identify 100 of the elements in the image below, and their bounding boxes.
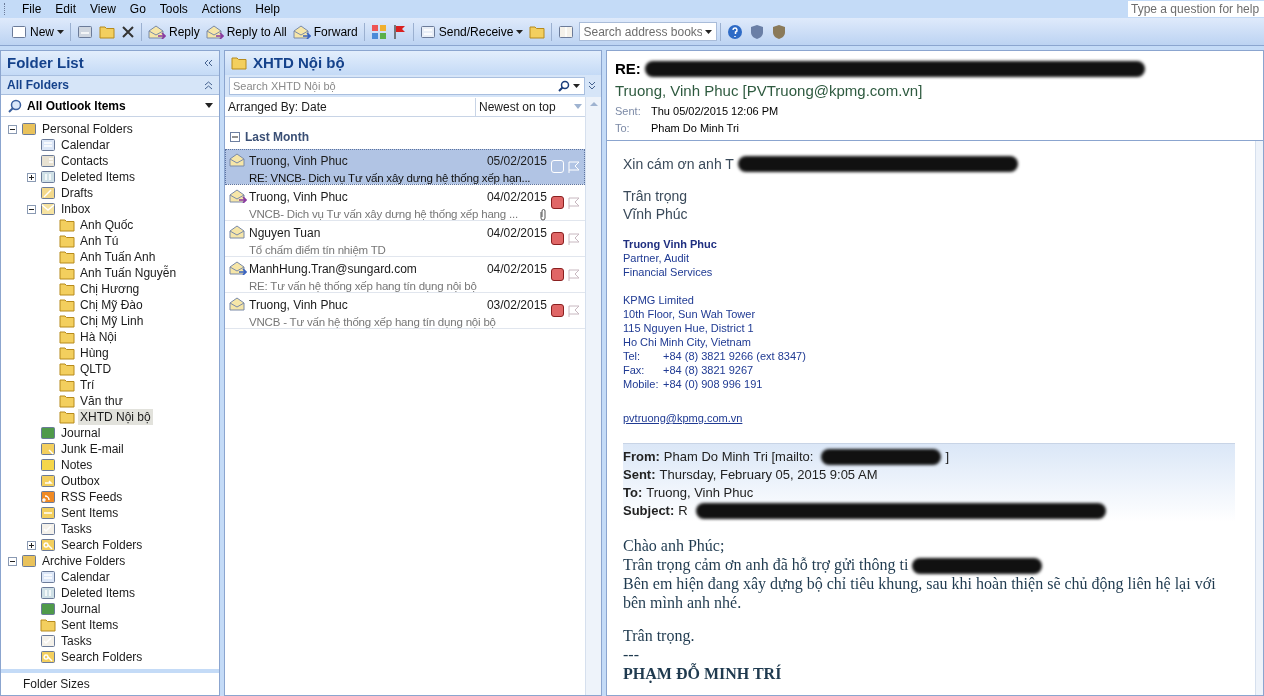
forward-button[interactable]: Forward [289,20,361,43]
new-button[interactable]: New [8,20,67,43]
folder-item[interactable]: Chị Hương [78,281,142,297]
folder-item[interactable]: Junk E-mail [59,441,126,457]
folder-icon [59,346,75,360]
folder-item[interactable]: Trí [78,377,97,393]
sent-date: Thu 05/02/2015 12:06 PM [651,104,779,119]
address-book-icon [558,23,575,40]
folder-item[interactable]: XHTD Nội bộ [78,409,153,425]
date: 04/02/2015 [486,261,547,278]
expand-toggle[interactable] [27,540,36,550]
scrollbar[interactable] [585,97,601,695]
replied-envelope-icon [148,24,166,39]
folder-item[interactable]: Inbox [59,201,93,217]
message-row[interactable]: Truong, Vinh Phuc 03/02/2015 VNCB - Tư vấn hệ thống xếp hang tín dụng nội bộ [225,293,585,329]
folder-item[interactable]: Sent Items [59,617,121,633]
folder-item[interactable]: QLTD [78,361,114,377]
send-receive-button[interactable]: Send/Receive [416,20,527,43]
arranged-by-header[interactable]: Arranged By: Date [225,97,475,116]
folder-item[interactable]: Search Folders [59,649,145,665]
email-link[interactable]: pvtruong@kpmg.com.vn [623,412,743,424]
folder-item[interactable]: Anh Tú [78,233,121,249]
folder-item[interactable]: Contacts [59,153,111,169]
quote-field-label: Subject: [623,502,675,520]
collapse-toggle[interactable] [8,556,17,566]
folder-item[interactable]: Outbox [59,473,102,489]
view-selector[interactable]: All Outlook Items [1,95,219,117]
folder-item[interactable]: Hà Nội [78,329,119,345]
folder-item[interactable]: Notes [59,457,95,473]
folder-sizes-link[interactable]: Folder Sizes [23,675,90,693]
collapse-section-icon[interactable] [204,80,213,90]
menu-item[interactable]: Actions [194,0,249,18]
category-square[interactable] [551,196,564,209]
body-text: Chào anh Phúc; [623,537,725,554]
collapse-toggle[interactable] [8,124,17,134]
quote-field-value: ] [945,448,949,466]
menu-item[interactable]: Go [122,0,153,18]
folder-item[interactable]: Sent Items [59,505,121,521]
folder-icon [40,618,56,632]
body-text: Trân trọng cảm ơn anh đã hỗ trợ gửi thông ti [623,556,909,573]
folder-item[interactable]: Chị Mỹ Đào [78,297,145,313]
expand-query-icon[interactable] [587,81,597,91]
junk-folder-icon [40,441,56,457]
menu-item[interactable]: File [15,0,49,18]
body-text: Bên em hiện đang xây dựng bộ chỉ tiêu khung, sau khi hoàn thiện sẽ chủ động liên hệ lại với bên mình anh nhé. [623,575,1216,612]
body-text: Vĩnh Phúc [623,205,688,223]
folder-item[interactable]: Deleted Items [59,169,138,185]
folder-item[interactable]: Deleted Items [59,585,138,601]
folder-item[interactable]: Journal [59,601,103,617]
message-row[interactable]: Truong, Vinh Phuc 04/02/2015 VNCB- Dich vụ Tư vấn xây dưng hệ thống xếp hang ... [225,185,585,221]
folder-icon [59,330,75,344]
folder-item[interactable]: Calendar [59,137,112,153]
journal-icon [40,425,56,441]
signature-line: 115 Nguyen Hue, District 1 [623,321,755,335]
signature-value: +84 (0) 908 996 191 [663,377,763,391]
folder-item[interactable]: Anh Tuấn Nguyễn [78,265,179,281]
folder-item[interactable]: Drafts [59,185,95,201]
help-search-field[interactable]: Type a question for help [1128,1,1264,17]
signature-line: Financial Services [623,265,714,279]
category-square[interactable] [551,304,564,317]
pane-title: Folder List [7,52,84,73]
reply-button[interactable]: Reply [145,20,203,43]
scrollbar[interactable] [1255,141,1263,695]
folder-item[interactable]: Tasks [59,521,94,537]
menu-item[interactable]: Edit [48,0,84,18]
folder-item[interactable]: Chị Mỹ Linh [78,313,146,329]
folder-item[interactable]: Tasks [59,633,94,649]
pencil-folder-icon [40,185,56,201]
expand-toggle[interactable] [27,172,36,182]
menu-item[interactable]: Tools [152,0,195,18]
minus-icon [231,133,239,141]
reply-all-button[interactable]: Reply to All [202,20,290,43]
folder-item[interactable]: RSS Feeds [59,489,125,505]
group-header: Last Month [245,129,309,146]
folder-item[interactable]: Personal Folders [40,121,135,137]
folder-item[interactable]: Anh Quốc [78,217,136,233]
folder-item[interactable]: Journal [59,425,103,441]
folder-icon [59,266,75,280]
folder-item[interactable]: Văn thư [78,393,125,409]
message-row[interactable]: ManhHung.Tran@sungard.com 04/02/2015 RE: Tư vấn hệ thống xếp hang tín dụng nội bộ [225,257,585,293]
folder-item[interactable]: Archive Folders [40,553,128,569]
folder-item[interactable]: Calendar [59,569,112,585]
sender-line: Truong, Vinh Phuc [PVTruong@kpmg.com.vn] [615,81,924,101]
collapse-toggle[interactable] [27,204,36,214]
menu-item[interactable]: View [83,0,123,18]
help-icon [727,23,744,40]
open-envelope-icon [229,153,247,167]
folder-item[interactable]: Anh Tuấn Anh [78,249,158,265]
task-icon [40,521,56,537]
message-row[interactable]: Nguyen Tuan 04/02/2015 Tổ chấm điểm tín nhiệm TD [225,221,585,257]
menu-item[interactable]: Help [248,0,287,18]
category-square[interactable] [551,268,564,281]
folders-icon [21,121,37,137]
collapse-pane-icon[interactable] [203,59,213,67]
category-square[interactable] [551,232,564,245]
email-subject: RE: [615,58,641,79]
folder-item[interactable]: Hùng [78,345,111,361]
collapse-toggle[interactable] [230,132,240,142]
folder-icon [231,56,247,70]
folder-item[interactable]: Search Folders [59,537,145,553]
